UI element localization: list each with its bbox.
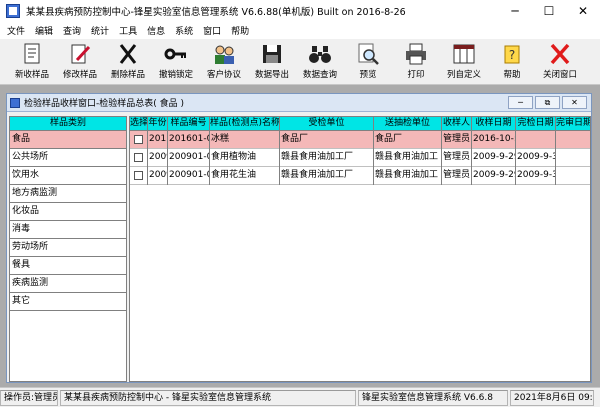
category-item-drinking-water[interactable]: 饮用水 — [10, 167, 126, 185]
category-item-endemic-monitoring[interactable]: 地方病监测 — [10, 185, 126, 203]
app-icon — [6, 4, 20, 18]
col-inspected-unit[interactable]: 受检单位 — [280, 117, 374, 131]
col-receiver[interactable]: 收样人 — [442, 117, 472, 131]
title-bar: 某某县疾病预防控制中心-锋星实验室信息管理系统 V6.6.88(单机版) Bui… — [0, 0, 600, 22]
menu-window[interactable]: 窗口 — [198, 24, 226, 37]
menu-file[interactable]: 文件 — [2, 24, 30, 37]
print-button[interactable]: 打印 — [392, 40, 440, 84]
row-checkbox[interactable] — [134, 171, 143, 180]
status-operator: 操作员:管理员 — [0, 389, 58, 406]
help-button[interactable]: ? 帮助 — [488, 40, 536, 84]
sample-child-window: 检验样品收样窗口-检验样品总表( 食品 ) ─ ⧉ ✕ 样品类别 食品 公共场所… — [6, 93, 592, 383]
window-title: 某某县疾病预防控制中心-锋星实验室信息管理系统 V6.6.88(单机版) Bui… — [26, 7, 406, 18]
columns-icon — [453, 44, 475, 64]
delete-sample-icon — [119, 44, 137, 64]
customize-columns-button[interactable]: 列自定义 — [440, 40, 488, 84]
binoculars-icon — [309, 46, 331, 63]
svg-text:?: ? — [509, 48, 515, 62]
toolbar: 新收样品 修改样品 删除样品 撤销锁定 客户协议 数据导出 数据查询 预览 打印… — [0, 39, 600, 85]
client-agreement-icon — [215, 45, 234, 64]
maximize-button[interactable]: ☐ — [532, 0, 566, 22]
menu-help[interactable]: 帮助 — [226, 24, 254, 37]
child-minimize-button[interactable]: ─ — [508, 96, 533, 109]
category-item-disease-monitoring[interactable]: 疾病监测 — [10, 275, 126, 293]
status-datetime: 2021年8月6日 09:20 — [510, 389, 594, 406]
col-receive-date[interactable]: 收样日期 — [472, 117, 516, 131]
status-bar: 操作员:管理员 某某县疾病预防控制中心 - 锋星实验室信息管理系统 锋星实验室信… — [0, 387, 600, 407]
preview-icon — [358, 43, 379, 65]
close-window-icon — [550, 43, 570, 65]
menu-query[interactable]: 查询 — [58, 24, 86, 37]
preview-button[interactable]: 预览 — [344, 40, 392, 84]
col-year[interactable]: 年份 — [148, 117, 168, 131]
edit-sample-icon — [71, 44, 91, 64]
child-title-bar: 检验样品收样窗口-检验样品总表( 食品 ) ─ ⧉ ✕ — [7, 94, 591, 112]
status-org: 某某县疾病预防控制中心 - 锋星实验室信息管理系统 — [60, 389, 356, 406]
child-restore-button[interactable]: ⧉ — [535, 96, 560, 109]
menu-edit[interactable]: 编辑 — [30, 24, 58, 37]
col-select[interactable]: 选择 — [130, 117, 148, 131]
category-item-workplaces[interactable]: 劳动场所 — [10, 239, 126, 257]
export-icon — [263, 45, 281, 63]
grid-header: 选择 年份 样品编号 样品(检测点)名称 受检单位 送抽检单位 收样人 收样日期… — [130, 117, 590, 131]
row-checkbox[interactable] — [134, 135, 143, 144]
menu-stats[interactable]: 统计 — [86, 24, 114, 37]
table-row[interactable]: 2009 200901-0 食用植物油 赣县食用油加工厂 赣县食用油加工 管理员… — [130, 149, 590, 167]
col-complete-date[interactable]: 完检日期 — [516, 117, 556, 131]
table-row[interactable]: 2009 200901-0 食用花生油 赣县食用油加工厂 赣县食用油加工 管理员… — [130, 167, 590, 185]
close-window-button[interactable]: 关闭窗口 — [536, 40, 584, 84]
mdi-area: 检验样品收样窗口-检验样品总表( 食品 ) ─ ⧉ ✕ 样品类别 食品 公共场所… — [0, 85, 600, 387]
printer-icon — [406, 43, 426, 65]
close-button[interactable]: ✕ — [566, 0, 600, 22]
category-item-disinfection[interactable]: 消毒 — [10, 221, 126, 239]
category-item-public-places[interactable]: 公共场所 — [10, 149, 126, 167]
edit-sample-button[interactable]: 修改样品 — [56, 40, 104, 84]
menu-tools[interactable]: 工具 — [114, 24, 142, 37]
child-window-icon — [10, 97, 20, 108]
new-sample-icon — [24, 43, 40, 64]
child-window-title: 检验样品收样窗口-检验样品总表( 食品 ) — [24, 99, 184, 109]
table-row[interactable]: 201 201601-0 冰糕 食品厂 食品厂 管理员 2016-10-: — [130, 131, 590, 149]
client-agreement-button[interactable]: 客户协议 — [200, 40, 248, 84]
minimize-button[interactable]: ─ — [498, 0, 532, 22]
row-checkbox[interactable] — [134, 153, 143, 162]
status-system: 锋星实验室信息管理系统 V6.6.8 — [358, 389, 508, 406]
col-sample-name[interactable]: 样品(检测点)名称 — [210, 117, 280, 131]
child-window-controls: ─ ⧉ ✕ — [508, 96, 587, 109]
unlock-button[interactable]: 撤销锁定 — [152, 40, 200, 84]
key-icon — [164, 48, 186, 60]
window-controls: ─ ☐ ✕ — [498, 0, 600, 22]
category-list: 样品类别 食品 公共场所 饮用水 地方病监测 化妆品 消毒 劳动场所 餐具 疾病… — [9, 116, 127, 382]
col-sample-no[interactable]: 样品编号 — [168, 117, 210, 131]
menu-system[interactable]: 系统 — [170, 24, 198, 37]
help-icon: ? — [504, 45, 520, 64]
col-review-date[interactable]: 完审日期 — [556, 117, 590, 131]
new-sample-button[interactable]: 新收样品 — [8, 40, 56, 84]
category-item-tableware[interactable]: 餐具 — [10, 257, 126, 275]
menu-info[interactable]: 信息 — [142, 24, 170, 37]
child-close-button[interactable]: ✕ — [562, 96, 587, 109]
sample-grid: 选择 年份 样品编号 样品(检测点)名称 受检单位 送抽检单位 收样人 收样日期… — [129, 116, 591, 382]
category-item-food[interactable]: 食品 — [10, 131, 126, 149]
export-button[interactable]: 数据导出 — [248, 40, 296, 84]
query-button[interactable]: 数据查询 — [296, 40, 344, 84]
category-item-other[interactable]: 其它 — [10, 293, 126, 311]
category-header: 样品类别 — [10, 117, 126, 131]
delete-sample-button[interactable]: 删除样品 — [104, 40, 152, 84]
category-item-cosmetics[interactable]: 化妆品 — [10, 203, 126, 221]
menu-bar: 文件 编辑 查询 统计 工具 信息 系统 窗口 帮助 — [0, 22, 600, 39]
col-submitting-unit[interactable]: 送抽检单位 — [374, 117, 442, 131]
